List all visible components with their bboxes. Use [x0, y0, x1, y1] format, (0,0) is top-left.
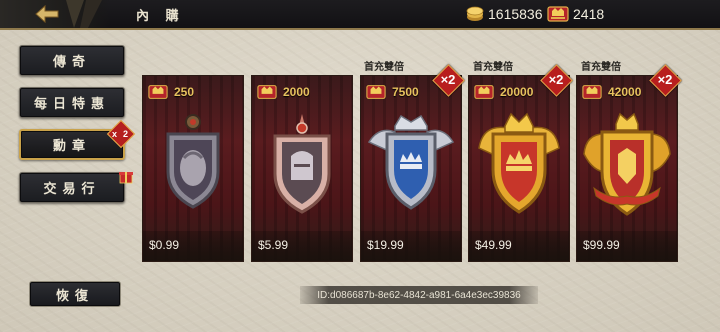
- first-purchase-double-label: 首充雙倍: [364, 62, 404, 73]
- double-bonus-badge: ×2: [540, 64, 573, 97]
- medal-pack-card[interactable]: 7500 $19.99: [360, 75, 462, 262]
- double-bonus-badge: ×2: [432, 64, 465, 97]
- nav-legend[interactable]: 傳奇: [19, 45, 125, 76]
- nav-label: 勳章: [52, 139, 91, 154]
- honor-crest-icon: [547, 6, 569, 22]
- honor-crest-icon: [366, 85, 386, 99]
- double-bonus-badge: ×2: [649, 64, 682, 97]
- honor-crest-icon: [257, 85, 277, 99]
- nav-label: 每日特惠: [33, 97, 110, 112]
- blue-crown-medal-icon: [367, 114, 455, 210]
- pack-amount: 20000: [500, 85, 534, 99]
- amount-row: 2000: [256, 82, 310, 102]
- user-id-text: ID:d086687b-8e62-4842-a981-6a4e3ec39836: [317, 289, 521, 301]
- first-purchase-double-label: 首充雙倍: [473, 62, 513, 73]
- pack-price: $99.99: [583, 238, 620, 252]
- pack-amount: 2000: [283, 85, 310, 99]
- pack-amount: 42000: [608, 85, 642, 99]
- medal-pack-card[interactable]: 42000 $99.99: [576, 75, 678, 262]
- pack-price: $0.99: [149, 238, 180, 252]
- amount-row: 42000: [581, 82, 641, 102]
- gold-amount: 1615836: [488, 6, 543, 22]
- pack-price: $19.99: [367, 238, 404, 252]
- pack-price: $49.99: [475, 238, 512, 252]
- double-badge-text: x2: [112, 129, 135, 139]
- medal-pack-card[interactable]: 20000 $49.99: [468, 75, 570, 262]
- gold-currency: 1615836: [465, 3, 543, 25]
- top-bar: 內 購 1615836 2418: [0, 0, 720, 30]
- restore-button[interactable]: 恢復: [29, 281, 121, 307]
- double-bonus-text: ×2: [440, 72, 456, 87]
- double-bonus-text: ×2: [657, 72, 673, 87]
- amount-row: 20000: [473, 82, 533, 102]
- ornament-icon: [66, 0, 102, 28]
- nav-medals[interactable]: 勳章 x2: [19, 119, 136, 160]
- pack-amount: 250: [174, 85, 195, 99]
- honor-crest-icon: [582, 85, 602, 99]
- honor-currency: 2418: [546, 3, 604, 25]
- gift-icon: [119, 172, 133, 184]
- nav-label: 交易行: [43, 182, 101, 197]
- honor-crest-icon: [474, 85, 494, 99]
- nav-daily-deals[interactable]: 每日特惠: [19, 87, 125, 118]
- gold-crown-medal-icon: [478, 112, 560, 214]
- pack-amount: 7500: [392, 85, 419, 99]
- page-title: 內 購: [136, 9, 185, 24]
- medal-pack-card[interactable]: 250 $0.99: [142, 75, 244, 262]
- first-purchase-double-label: 首充雙倍: [581, 62, 621, 73]
- nav-label: 傳奇: [52, 55, 91, 70]
- double-badge: x2: [106, 119, 136, 149]
- back-arrow-icon: [35, 5, 59, 23]
- honor-crest-icon: [148, 85, 168, 99]
- honor-amount: 2418: [573, 6, 605, 22]
- royal-gold-medal-icon: [583, 112, 671, 216]
- user-id-bar: ID:d086687b-8e62-4842-a981-6a4e3ec39836: [300, 286, 538, 304]
- double-bonus-text: ×2: [548, 72, 564, 87]
- amount-row: 250: [147, 82, 194, 102]
- amount-row: 7500: [365, 82, 419, 102]
- silver-knight-medal-icon: [273, 114, 331, 214]
- medal-pack-card[interactable]: 2000 $5.99: [251, 75, 353, 262]
- restore-label: 恢復: [55, 288, 94, 304]
- nav-trading-post[interactable]: 交易行: [19, 172, 133, 203]
- bronze-medal-icon: [166, 114, 220, 209]
- gold-coin-icon: [466, 6, 484, 21]
- pack-price: $5.99: [258, 238, 289, 252]
